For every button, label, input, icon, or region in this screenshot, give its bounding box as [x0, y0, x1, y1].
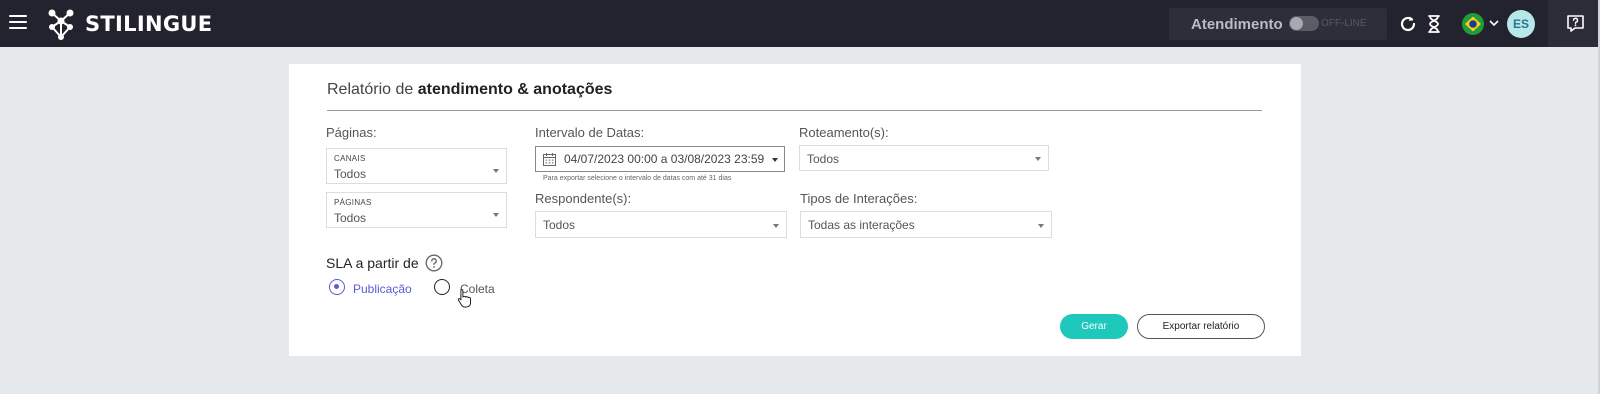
canais-select-label: CANAIS [334, 154, 366, 163]
menu-icon[interactable] [9, 15, 27, 31]
tipos-select-value: Todas as interações [808, 218, 915, 232]
status-text: OFF-LINE [1321, 18, 1367, 29]
title-bold: atendimento & anotações [417, 81, 613, 98]
title-prefix: Relatório de [327, 81, 418, 98]
top-navigation-bar: STILINGUE Atendimento OFF-LINE ES [0, 0, 1600, 47]
calendar-icon [543, 153, 556, 166]
tipos-label: Tipos de Interações: [800, 191, 918, 206]
paginas-label: Páginas: [326, 125, 377, 140]
export-report-button[interactable]: Exportar relatório [1137, 314, 1265, 339]
atendimento-status: Atendimento OFF-LINE [1169, 8, 1387, 40]
page-title: Relatório de atendimento & anotações [327, 81, 612, 99]
date-range-hint: Para exportar selecione o intervalo de d… [543, 175, 732, 182]
intervalo-label: Intervalo de Datas: [535, 125, 645, 140]
caret-down-icon [493, 213, 499, 217]
respondentes-select-value: Todos [543, 218, 576, 232]
date-range-value: 04/07/2023 00:00 a 03/08/2023 23:59 [564, 152, 765, 166]
report-card: Relatório de atendimento & anotações Pág… [289, 64, 1301, 356]
caret-down-icon [1038, 224, 1044, 228]
caret-down-icon [773, 224, 779, 228]
gerar-button[interactable]: Gerar [1060, 314, 1128, 339]
roteamento-label: Roteamento(s): [799, 125, 889, 140]
sla-radio-coleta[interactable] [434, 279, 450, 295]
atendimento-label: Atendimento [1191, 16, 1283, 33]
stilingue-logo-icon [48, 9, 74, 40]
help-chat-icon[interactable] [1566, 14, 1585, 33]
roteamento-select[interactable]: Todos [799, 145, 1049, 171]
respondentes-select[interactable]: Todos [535, 211, 787, 238]
chevron-down-icon[interactable] [1489, 19, 1499, 27]
respondentes-label: Respondente(s): [535, 191, 632, 206]
date-range-picker[interactable]: 04/07/2023 00:00 a 03/08/2023 23:59 [535, 146, 785, 172]
canais-select-value: Todos [334, 167, 367, 181]
tipos-select[interactable]: Todas as interações [800, 211, 1052, 238]
paginas-select-label: PÁGINAS [334, 198, 372, 207]
hand-cursor-icon [457, 289, 471, 308]
sla-radio-publicacao[interactable] [329, 279, 345, 295]
title-divider [327, 110, 1262, 111]
question-circle-icon[interactable] [425, 254, 443, 272]
paginas-select-value: Todos [334, 211, 367, 225]
toggle-knob [1290, 17, 1303, 30]
canais-select[interactable]: CANAIS Todos [326, 148, 507, 184]
refresh-icon[interactable] [1398, 14, 1418, 34]
paginas-select[interactable]: PÁGINAS Todos [326, 192, 507, 228]
online-toggle[interactable] [1289, 16, 1319, 31]
caret-down-icon [1035, 157, 1041, 161]
caret-down-icon [493, 169, 499, 173]
caret-down-icon [772, 158, 778, 162]
logo-text: STILINGUE [85, 12, 213, 36]
sla-option-publicacao[interactable]: Publicação [353, 282, 412, 296]
roteamento-select-value: Todos [807, 152, 840, 166]
hourglass-icon[interactable] [1426, 14, 1442, 34]
sla-label: SLA a partir de [326, 255, 419, 271]
brazil-flag-icon[interactable] [1461, 12, 1485, 36]
user-avatar[interactable]: ES [1507, 10, 1535, 38]
